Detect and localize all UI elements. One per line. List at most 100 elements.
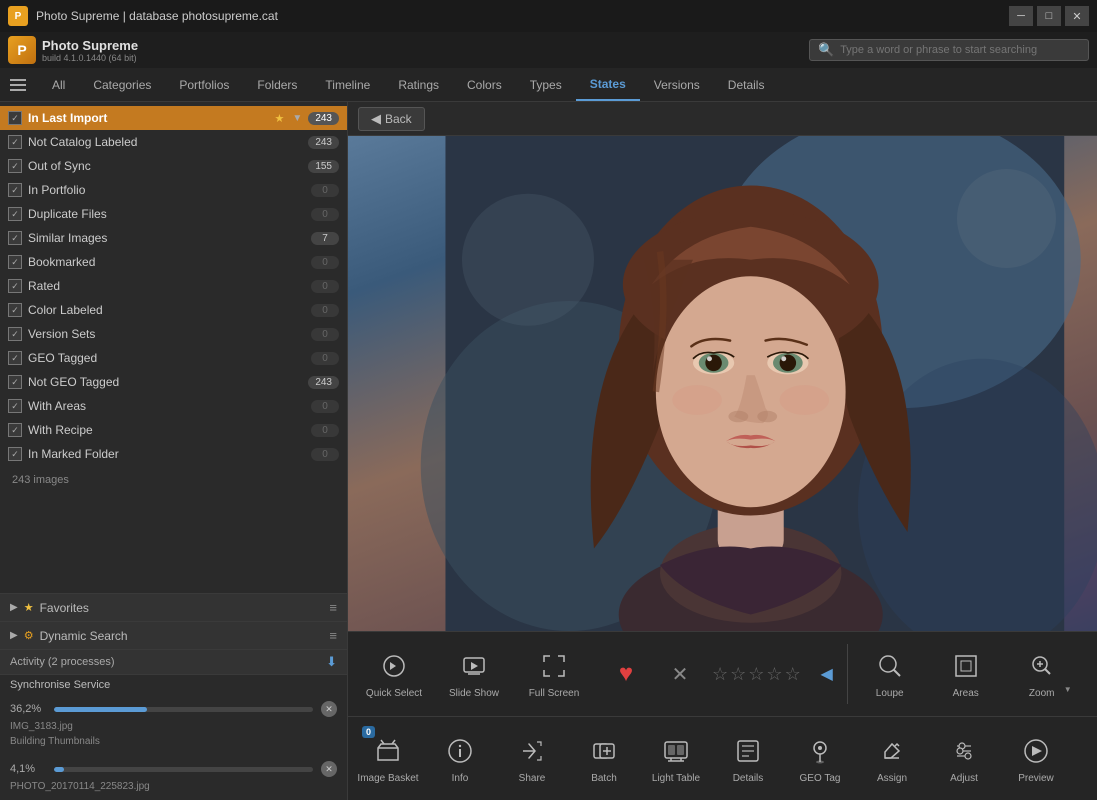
preview-button[interactable]: Preview [1000,721,1072,797]
image-basket-button[interactable]: 0 Image Basket [352,721,424,797]
state-checkbox-with-areas[interactable]: ✓ [8,399,22,413]
state-checkbox-duplicate-files[interactable]: ✓ [8,207,22,221]
zoom-button[interactable]: Zoom ▼ [1006,636,1078,712]
state-item-rated[interactable]: ✓Rated0 [0,274,347,298]
state-checkbox-version-sets[interactable]: ✓ [8,327,22,341]
state-item-in-last-import[interactable]: ✓In Last Import★▼243 [0,106,347,130]
light-table-button[interactable]: Light Table [640,721,712,797]
close-button[interactable]: ✕ [1065,6,1089,26]
areas-button[interactable]: Areas [930,636,1002,712]
assign-button[interactable]: Assign [856,721,928,797]
favorites-section[interactable]: ▶ ★ Favorites ≡ [0,594,347,622]
state-item-not-catalog-labeled[interactable]: ✓Not Catalog Labeled243 [0,130,347,154]
tab-types[interactable]: Types [516,68,576,101]
state-item-with-areas[interactable]: ✓With Areas0 [0,394,347,418]
zoom-label: Zoom [1029,688,1055,700]
state-item-color-labeled[interactable]: ✓Color Labeled0 [0,298,347,322]
dynamic-search-label: Dynamic Search [40,629,324,643]
hamburger-menu[interactable] [4,71,32,99]
state-item-similar-images[interactable]: ✓Similar Images7 [0,226,347,250]
state-checkbox-bookmarked[interactable]: ✓ [8,255,22,269]
heart-area: ♥ [596,642,656,706]
minimize-button[interactable]: ─ [1009,6,1033,26]
app-header: P Photo Supreme build 4.1.0.1440 (64 bit… [0,32,1097,68]
state-name-in-portfolio: In Portfolio [28,183,305,197]
tab-states[interactable]: States [576,68,640,101]
progress-filename-1: IMG_3183.jpg [10,721,337,736]
state-checkbox-not-catalog-labeled[interactable]: ✓ [8,135,22,149]
options-button[interactable]: Options [1082,636,1097,712]
tab-portfolios[interactable]: Portfolios [165,68,243,101]
info-label: Info [452,773,469,785]
tab-details[interactable]: Details [714,68,779,101]
quick-select-button[interactable]: Quick Select [356,636,432,712]
share-button[interactable]: Share [496,721,568,797]
loupe-button[interactable]: Loupe [854,636,926,712]
state-checkbox-geo-tagged[interactable]: ✓ [8,351,22,365]
state-checkbox-in-portfolio[interactable]: ✓ [8,183,22,197]
state-item-not-geo-tagged[interactable]: ✓Not GEO Tagged243 [0,370,347,394]
state-checkbox-out-of-sync[interactable]: ✓ [8,159,22,173]
details-button[interactable]: Details [712,721,784,797]
titlebar-title: Photo Supreme | database photosupreme.ca… [36,9,1001,23]
state-checkbox-rated[interactable]: ✓ [8,279,22,293]
state-item-with-recipe[interactable]: ✓With Recipe0 [0,418,347,442]
nav-left-button[interactable]: ◀ [813,660,841,688]
x-icon: ✕ [672,662,689,687]
state-star-icon: ★ [275,112,285,125]
tab-folders[interactable]: Folders [243,68,311,101]
info-button[interactable]: Info [424,721,496,797]
star-5[interactable]: ☆ [785,664,801,685]
sidebar-bottom: ▶ ★ Favorites ≡ ▶ ⚙ Dynamic Search ≡ Act… [0,593,347,800]
tab-versions[interactable]: Versions [640,68,714,101]
batch-button[interactable]: Batch [568,721,640,797]
tab-categories[interactable]: Categories [79,68,165,101]
tab-timeline[interactable]: Timeline [311,68,384,101]
back-button[interactable]: ◀ Back [358,107,425,131]
full-screen-button[interactable]: Full Screen [516,636,592,712]
state-item-in-portfolio[interactable]: ✓In Portfolio0 [0,178,347,202]
tab-ratings[interactable]: Ratings [384,68,453,101]
state-checkbox-similar-images[interactable]: ✓ [8,231,22,245]
state-item-in-marked-folder[interactable]: ✓In Marked Folder0 [0,442,347,466]
rating-stars[interactable]: ☆ ☆ ☆ ☆ ☆ [712,664,801,685]
search-icon: 🔍 [818,42,834,58]
slide-show-button[interactable]: Slide Show [436,636,512,712]
state-checkbox-in-last-import[interactable]: ✓ [8,111,22,125]
progress-close-2[interactable]: ✕ [321,761,337,777]
areas-label: Areas [953,688,979,700]
quick-select-label: Quick Select [366,688,422,700]
state-checkbox-color-labeled[interactable]: ✓ [8,303,22,317]
state-filter-icon: ▼ [292,113,302,124]
state-name-similar-images: Similar Images [28,231,305,245]
state-checkbox-in-marked-folder[interactable]: ✓ [8,447,22,461]
content-area: ◀ Back [348,102,1097,800]
toolbar-top-row: Quick Select Slide Show Full Screen ♥ [348,631,1097,716]
progress-close-1[interactable]: ✕ [321,701,337,717]
logo-build: build 4.1.0.1440 (64 bit) [42,53,138,63]
star-2[interactable]: ☆ [730,664,746,685]
progress-track-1 [54,707,313,712]
zoom-dropdown-icon: ▼ [1064,685,1072,694]
basket-badge: 0 [362,726,375,738]
state-item-geo-tagged[interactable]: ✓GEO Tagged0 [0,346,347,370]
details-label: Details [733,773,764,785]
state-item-bookmarked[interactable]: ✓Bookmarked0 [0,250,347,274]
state-checkbox-with-recipe[interactable]: ✓ [8,423,22,437]
star-4[interactable]: ☆ [766,664,782,685]
adjust-button[interactable]: Adjust [928,721,1000,797]
tab-colors[interactable]: Colors [453,68,516,101]
geo-tag-button[interactable]: GEO Tag [784,721,856,797]
tab-all[interactable]: All [38,68,79,101]
state-name-geo-tagged: GEO Tagged [28,351,305,365]
search-bar[interactable]: 🔍 [809,39,1089,61]
dynamic-search-section[interactable]: ▶ ⚙ Dynamic Search ≡ [0,622,347,650]
maximize-button[interactable]: □ [1037,6,1061,26]
star-3[interactable]: ☆ [748,664,764,685]
star-1[interactable]: ☆ [712,664,728,685]
state-item-version-sets[interactable]: ✓Version Sets0 [0,322,347,346]
state-checkbox-not-geo-tagged[interactable]: ✓ [8,375,22,389]
state-item-duplicate-files[interactable]: ✓Duplicate Files0 [0,202,347,226]
search-input[interactable] [840,44,1080,56]
state-item-out-of-sync[interactable]: ✓Out of Sync155 [0,154,347,178]
